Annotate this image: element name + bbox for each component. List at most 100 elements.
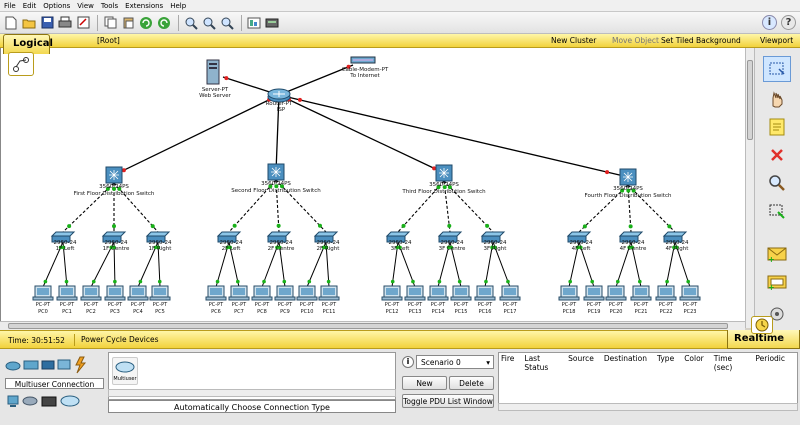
- column-header[interactable]: Fire: [501, 354, 514, 372]
- redo-icon[interactable]: [156, 15, 172, 31]
- open-folder-icon[interactable]: [21, 15, 37, 31]
- link-router-distribution[interactable]: [113, 94, 280, 176]
- wireless-category-icon[interactable]: [57, 359, 71, 370]
- toggle-pdu-list-button[interactable]: Toggle PDU List Window: [402, 394, 494, 408]
- print-icon[interactable]: [57, 15, 73, 31]
- scenario-dropdown[interactable]: Scenario 0 ▾: [416, 355, 494, 369]
- note-icon[interactable]: [763, 114, 791, 140]
- info-icon[interactable]: i: [762, 15, 777, 30]
- power-cycle-devices-button[interactable]: Power Cycle Devices: [74, 334, 165, 346]
- viewport-button[interactable]: Viewport: [760, 36, 793, 45]
- pdu-list-scrollbar[interactable]: [498, 403, 798, 411]
- logical-view-icon[interactable]: [8, 52, 34, 76]
- zoom-out-icon[interactable]: [219, 15, 235, 31]
- menu-extensions[interactable]: Extensions: [124, 2, 169, 10]
- web-server[interactable]: [206, 59, 220, 85]
- save-icon[interactable]: [39, 15, 55, 31]
- connections-category-icon[interactable]: [75, 356, 87, 374]
- pc[interactable]: [583, 285, 605, 301]
- pc[interactable]: [427, 285, 449, 301]
- custom-device-icon[interactable]: [264, 15, 280, 31]
- menu-help[interactable]: Help: [169, 2, 192, 10]
- distribution-switch[interactable]: [105, 166, 123, 184]
- column-header[interactable]: Periodic: [755, 354, 785, 372]
- link-router-distribution[interactable]: [278, 94, 445, 174]
- multiuser-category-icon[interactable]: [60, 395, 80, 407]
- pc[interactable]: [404, 285, 426, 301]
- add-simple-pdu-icon[interactable]: +: [763, 241, 791, 267]
- pc[interactable]: [381, 285, 403, 301]
- menu-edit[interactable]: Edit: [22, 2, 43, 10]
- horizontal-scrollbar[interactable]: [0, 321, 745, 330]
- distribution-switch[interactable]: [267, 163, 285, 181]
- paste-icon[interactable]: [120, 15, 136, 31]
- zoom-reset-icon[interactable]: [201, 15, 217, 31]
- pc[interactable]: [679, 285, 701, 301]
- pc[interactable]: [251, 285, 273, 301]
- pc[interactable]: [228, 285, 250, 301]
- horizontal-scroll-thumb[interactable]: [8, 323, 728, 329]
- pc[interactable]: [80, 285, 102, 301]
- vertical-scrollbar[interactable]: [745, 48, 754, 328]
- switch-category-icon[interactable]: [23, 360, 39, 370]
- move-hand-icon[interactable]: [763, 86, 791, 112]
- pc[interactable]: [558, 285, 580, 301]
- router-category-icon[interactable]: [5, 361, 21, 371]
- menu-tools[interactable]: Tools: [100, 2, 124, 10]
- pc[interactable]: [296, 285, 318, 301]
- move-object-button[interactable]: Move Object: [612, 36, 659, 45]
- column-header[interactable]: Type: [657, 354, 674, 372]
- menu-view[interactable]: View: [76, 2, 100, 10]
- pc[interactable]: [127, 285, 149, 301]
- pc[interactable]: [104, 285, 126, 301]
- pc[interactable]: [149, 285, 171, 301]
- device-list-scrollbar[interactable]: [108, 389, 396, 397]
- pc[interactable]: [450, 285, 472, 301]
- column-header[interactable]: Color: [684, 354, 704, 372]
- multiuser-device-item[interactable]: Multiuser: [112, 357, 138, 385]
- set-tiled-background-button[interactable]: Set Tiled Background: [661, 36, 741, 45]
- pc[interactable]: [274, 285, 296, 301]
- menu-options[interactable]: Options: [42, 2, 76, 10]
- zoom-in-icon[interactable]: [183, 15, 199, 31]
- copy-icon[interactable]: [102, 15, 118, 31]
- pc[interactable]: [205, 285, 227, 301]
- cable-modem[interactable]: [350, 56, 376, 64]
- vertical-scroll-thumb[interactable]: [747, 60, 753, 140]
- new-scenario-button[interactable]: New: [402, 376, 447, 390]
- new-cluster-button[interactable]: New Cluster: [551, 36, 596, 45]
- column-header[interactable]: Time (sec): [714, 354, 746, 372]
- column-header[interactable]: Destination: [604, 354, 647, 372]
- custom-devices-icon[interactable]: [41, 396, 57, 407]
- inspect-magnifier-icon[interactable]: [763, 170, 791, 196]
- distribution-switch[interactable]: [435, 164, 453, 182]
- delete-x-icon[interactable]: [763, 142, 791, 168]
- activity-wizard-icon[interactable]: [75, 15, 91, 31]
- tab-logical[interactable]: Logical: [3, 34, 53, 54]
- pc[interactable]: [655, 285, 677, 301]
- palette-icon[interactable]: [246, 15, 262, 31]
- pc[interactable]: [630, 285, 652, 301]
- wan-emulation-icon[interactable]: [22, 396, 38, 406]
- delete-scenario-button[interactable]: Delete: [449, 376, 494, 390]
- logical-workspace[interactable]: Router-PT ISP Server-PT Web Server Cable-Mod…: [0, 48, 745, 321]
- pc[interactable]: [32, 285, 54, 301]
- column-header[interactable]: Source: [568, 354, 594, 372]
- new-file-icon[interactable]: [3, 15, 19, 31]
- distribution-switch[interactable]: [619, 168, 637, 186]
- root-breadcrumb[interactable]: [Root]: [97, 36, 120, 45]
- resize-shape-icon[interactable]: [763, 198, 791, 224]
- undo-icon[interactable]: [138, 15, 154, 31]
- pc[interactable]: [605, 285, 627, 301]
- link-router-distribution[interactable]: [278, 94, 629, 178]
- help-icon[interactable]: ?: [781, 15, 796, 30]
- realtime-clock-icon[interactable]: [751, 316, 773, 334]
- hub-category-icon[interactable]: [41, 360, 55, 370]
- scenario-info-icon[interactable]: i: [402, 356, 414, 368]
- pc[interactable]: [318, 285, 340, 301]
- menu-file[interactable]: File: [3, 2, 22, 10]
- add-complex-pdu-icon[interactable]: +: [763, 269, 791, 295]
- select-icon[interactable]: [763, 56, 791, 82]
- end-devices-icon[interactable]: [7, 395, 19, 407]
- column-header[interactable]: Last Status: [524, 354, 558, 372]
